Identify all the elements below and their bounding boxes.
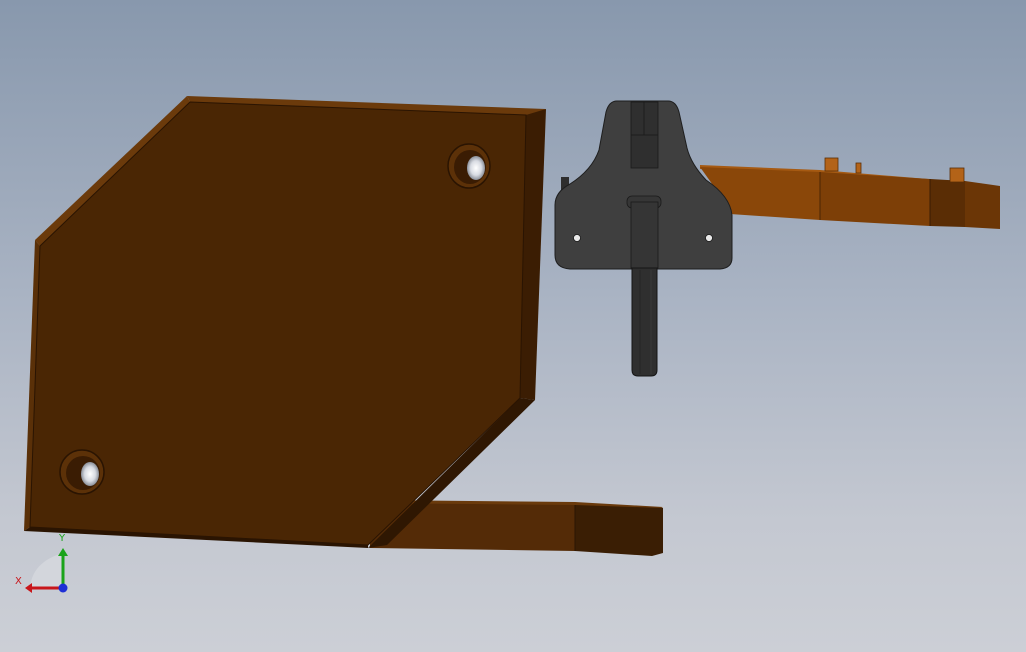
right-arm-end-face — [930, 179, 965, 227]
model-scene[interactable] — [0, 0, 1026, 652]
base-plate[interactable] — [24, 96, 546, 548]
clamp-spine — [630, 201, 659, 269]
clamp-handle[interactable] — [631, 267, 658, 377]
right-arm-bump — [824, 157, 839, 172]
triad-x-arrow — [25, 583, 32, 593]
triad-y-label: Y — [59, 533, 66, 544]
clamp-body[interactable] — [554, 100, 733, 377]
triad-plane-shade — [30, 553, 63, 588]
mounting-hole-top[interactable] — [447, 143, 491, 189]
right-arm-bump — [949, 167, 965, 183]
cad-viewport[interactable]: X Y — [0, 0, 1026, 652]
right-arm[interactable] — [700, 157, 1000, 229]
clamp-screw-hole-left[interactable] — [573, 234, 581, 242]
triad-y-arrow — [58, 548, 68, 556]
right-arm-mid-face — [820, 172, 930, 226]
right-arm-tip — [965, 181, 1000, 229]
triad-z-axis — [58, 583, 68, 593]
triad-x-label: X — [15, 576, 22, 587]
orientation-triad — [25, 548, 68, 593]
right-arm-bump — [855, 162, 862, 174]
clamp-screw-hole-right[interactable] — [705, 234, 713, 242]
mounting-hole-bottom[interactable] — [59, 449, 105, 495]
bottom-bar-end-face — [575, 505, 663, 556]
